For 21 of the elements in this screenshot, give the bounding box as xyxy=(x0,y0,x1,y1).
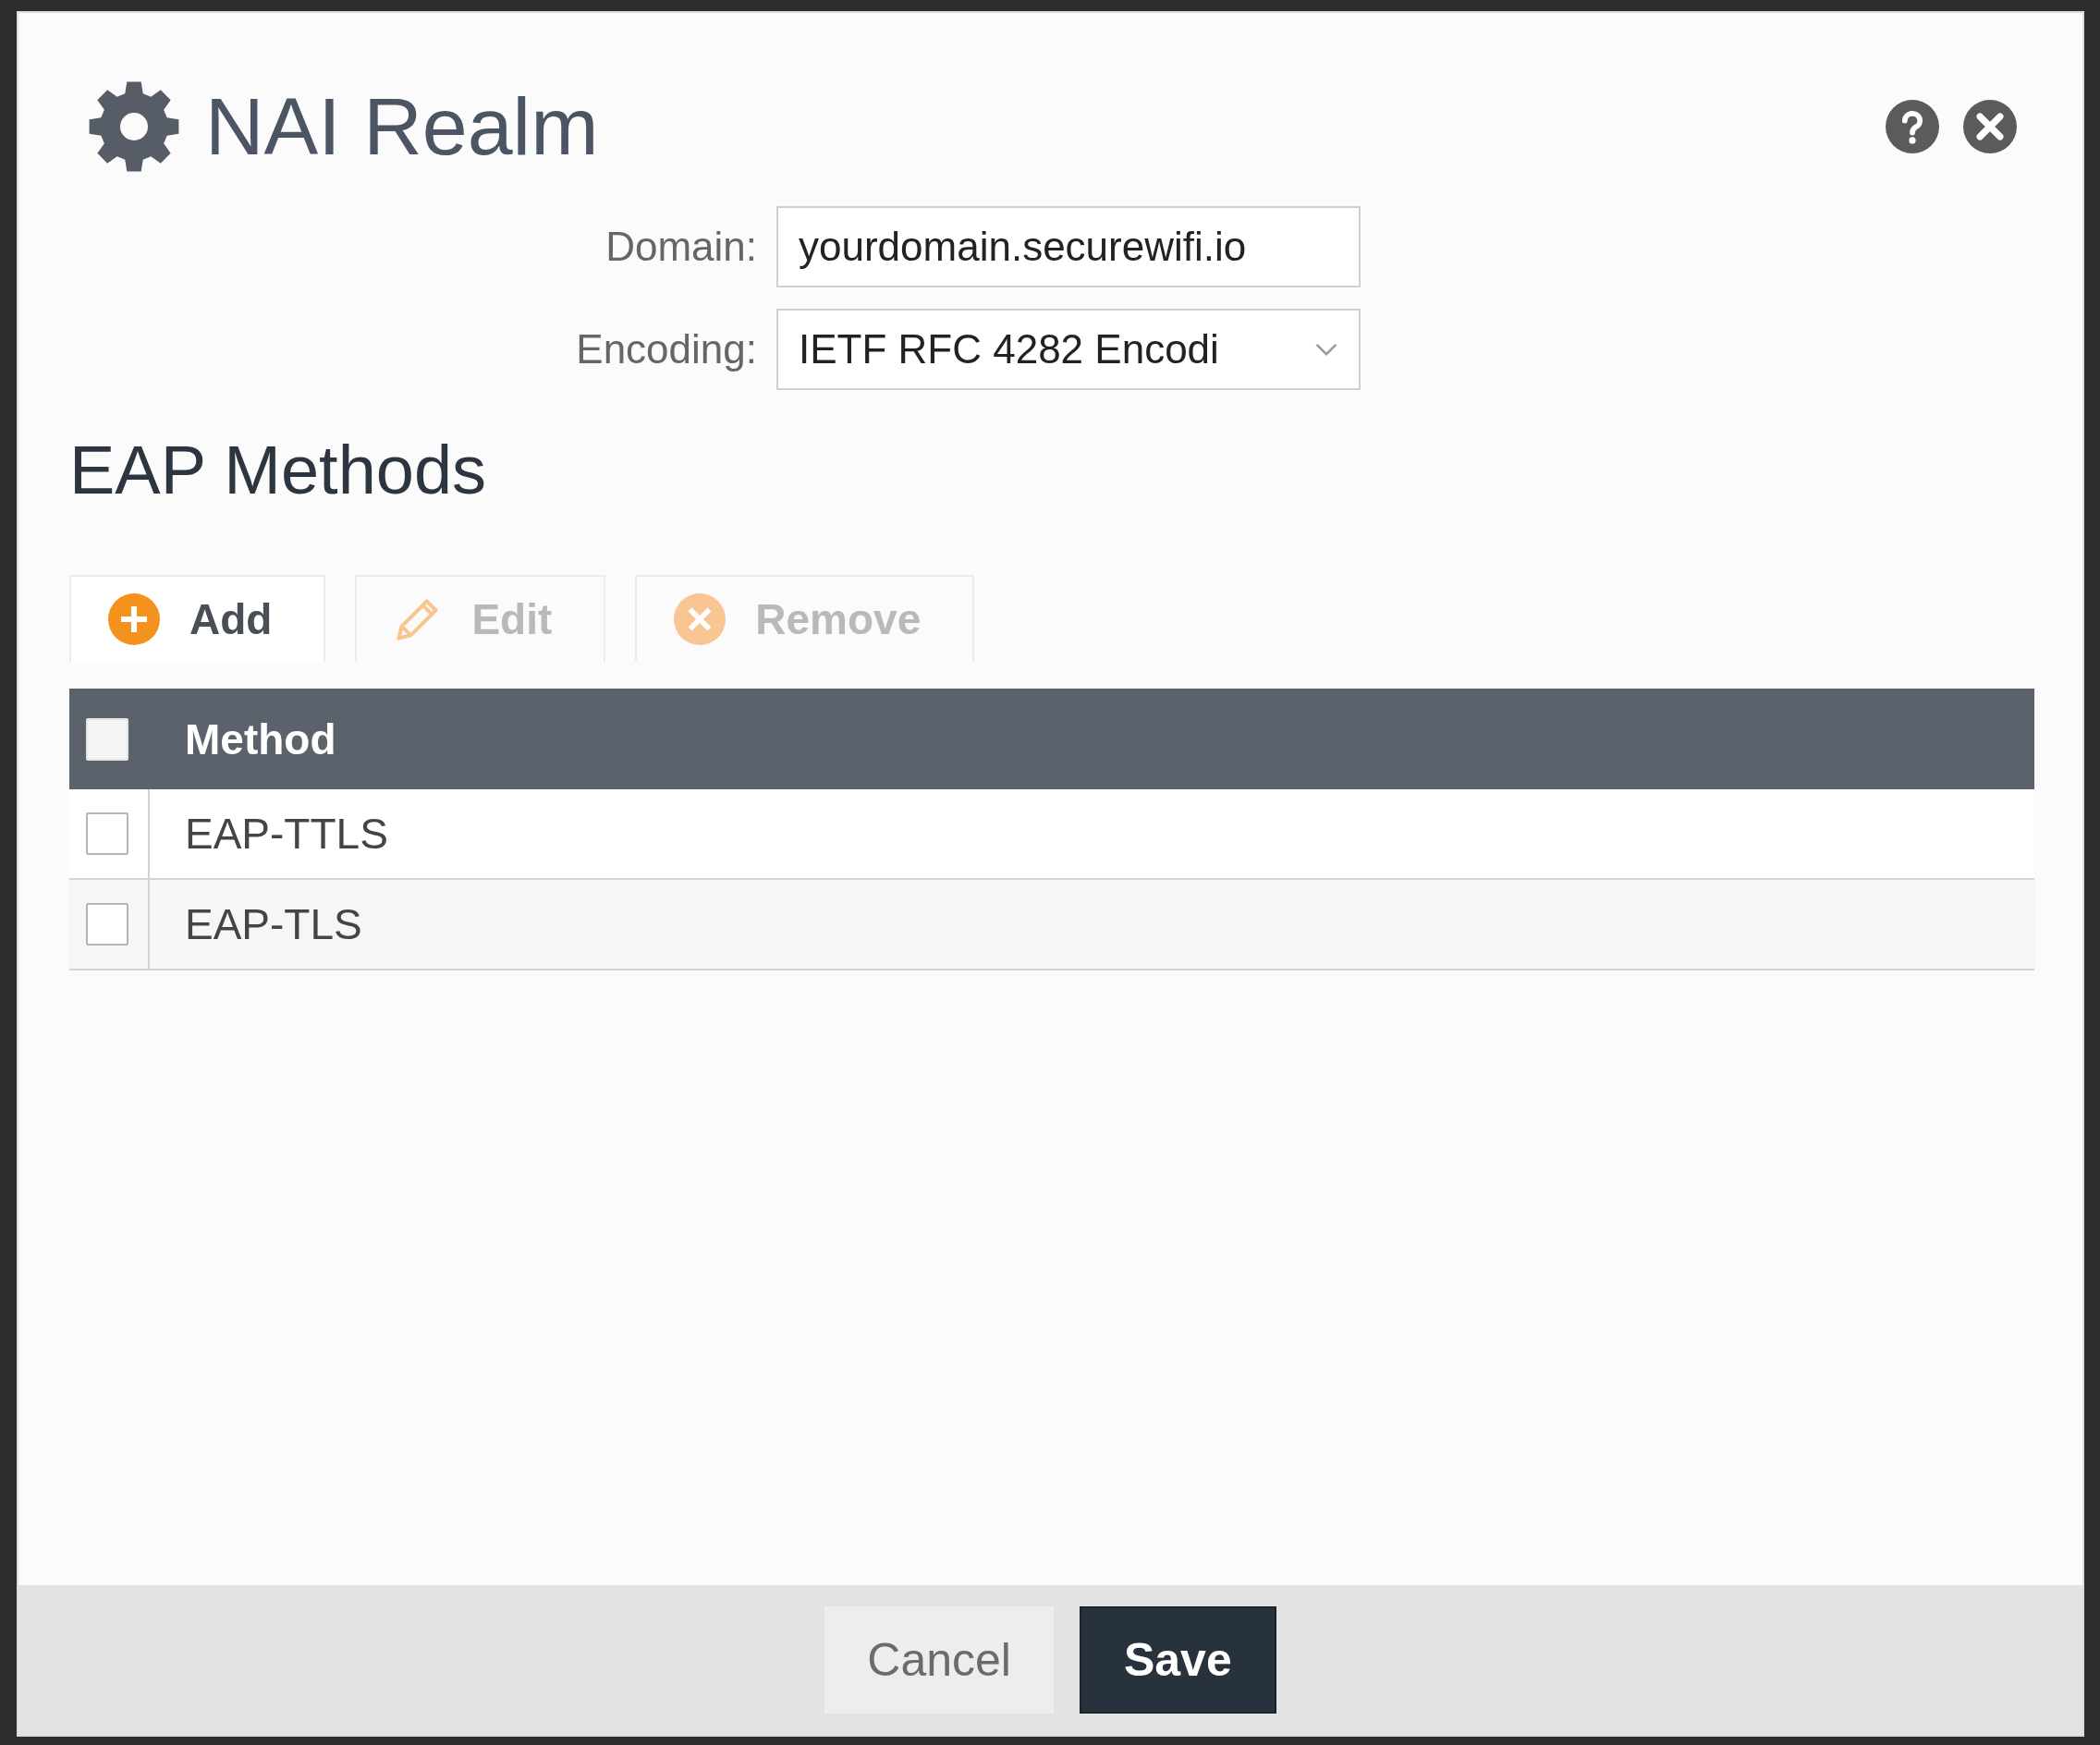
column-header[interactable]: Method xyxy=(185,714,336,764)
cancel-button[interactable]: Cancel xyxy=(824,1606,1054,1714)
x-circle-icon xyxy=(674,593,726,645)
table-cell: EAP-TLS xyxy=(185,899,362,949)
plus-circle-icon xyxy=(108,593,160,645)
select-all-checkbox[interactable] xyxy=(86,717,128,761)
section-heading: EAP Methods xyxy=(69,431,487,509)
toolbar-button[interactable]: Add xyxy=(69,575,326,662)
field-label: Domain: xyxy=(605,224,757,270)
field-label: Encoding: xyxy=(576,326,757,372)
dropdown-select[interactable]: IETF RFC 4282 Encodi xyxy=(776,309,1361,390)
text-input[interactable]: yourdomain.securewifi.io xyxy=(776,206,1361,287)
close-icon[interactable] xyxy=(1963,100,2017,153)
row-checkbox[interactable] xyxy=(86,812,128,855)
help-icon[interactable] xyxy=(1886,100,1939,153)
save-button[interactable]: Save xyxy=(1079,1606,1276,1714)
gear-icon xyxy=(89,81,179,172)
row-checkbox[interactable] xyxy=(86,903,128,946)
table-cell: EAP-TTLS xyxy=(185,809,388,859)
chevron-down-icon xyxy=(1314,342,1338,357)
dialog-title: NAI Realm xyxy=(205,86,599,167)
